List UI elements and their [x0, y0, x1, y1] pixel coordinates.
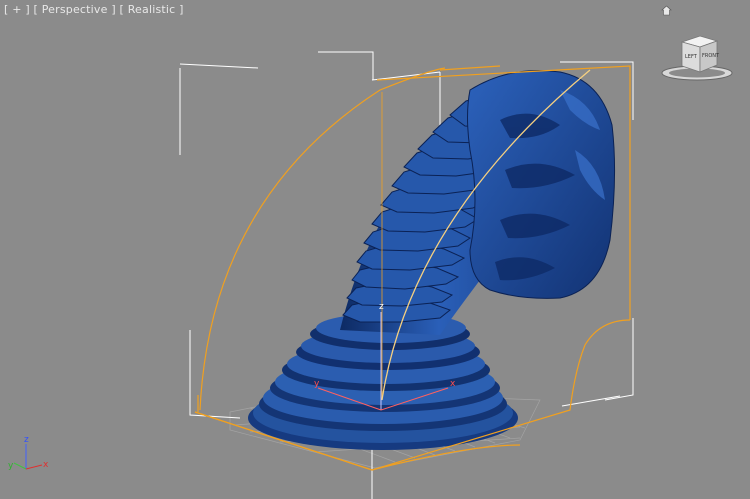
- tripod-x-label: x: [43, 460, 49, 470]
- viewcube-front-face[interactable]: FRONT: [702, 53, 720, 59]
- pivot-z-label: z: [379, 302, 384, 312]
- viewport-perspective[interactable]: [ + ] [ Perspective ] [ Realistic ] z x …: [0, 0, 750, 499]
- tripod-z-label: z: [24, 435, 29, 445]
- home-icon[interactable]: [661, 5, 672, 16]
- pivot-y-label: y: [314, 379, 320, 389]
- scene-canvas[interactable]: z x y z x y: [0, 0, 750, 499]
- world-axis-tripod: z x y: [8, 435, 49, 471]
- viewcube-left-face[interactable]: LEFT: [685, 54, 698, 60]
- tripod-y-label: y: [8, 461, 14, 471]
- viewcube-icon[interactable]: LEFT FRONT: [660, 32, 734, 84]
- pivot-x-label: x: [450, 379, 456, 389]
